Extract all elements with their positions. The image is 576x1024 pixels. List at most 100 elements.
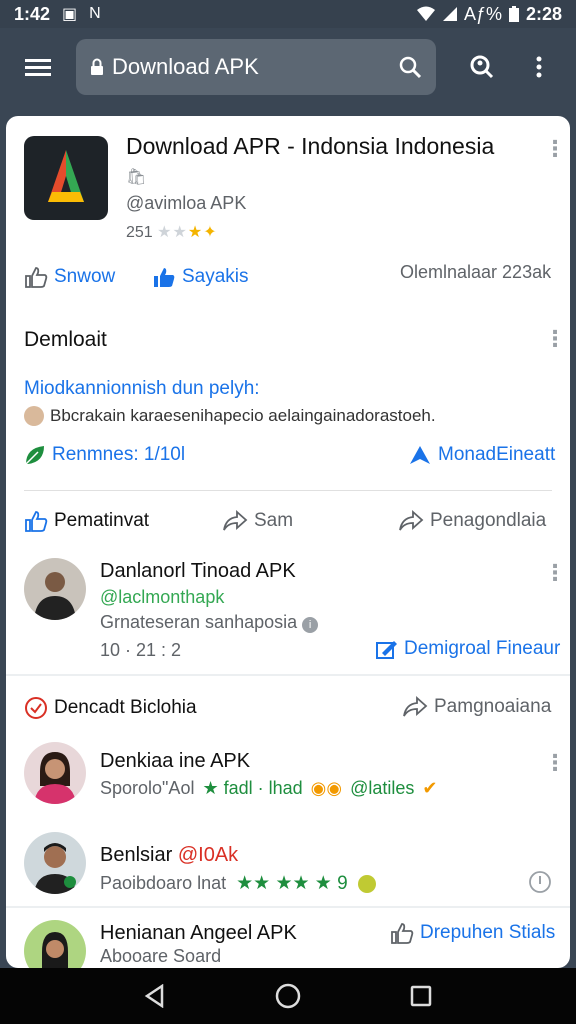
toolbar: Download APK <box>0 28 576 106</box>
person-avatar-icon <box>34 752 76 804</box>
search-bar[interactable]: Download APK <box>76 39 436 95</box>
description-more-icon[interactable]: ⋮ <box>544 328 566 350</box>
review4-action-link[interactable]: Drepuhen Stials <box>390 922 555 944</box>
notification-icon: ▣ <box>62 6 78 23</box>
share-icon <box>223 510 248 531</box>
reviews-count-label: Renmnes: 1/10l <box>52 444 186 465</box>
search-user-icon <box>470 55 494 79</box>
app-logo-icon <box>48 150 84 202</box>
rating-row: 251 ★★★✦ <box>126 222 217 242</box>
review4-sub: Abooare Soard <box>100 946 222 966</box>
share-button[interactable]: Sam <box>222 510 293 532</box>
review3-name: Benlsiar <box>100 844 173 866</box>
saya-button[interactable]: Sayakis <box>152 266 249 288</box>
search-icon[interactable] <box>398 55 422 79</box>
signal-icon <box>442 7 457 21</box>
rating-count: 251 <box>126 224 153 241</box>
saya-label: Sayakis <box>182 266 249 287</box>
tiny-avatar-icon <box>24 406 44 426</box>
review2-sub-suffix: @latiles <box>350 778 415 798</box>
app-developer: @avimloa APK <box>126 193 247 213</box>
more-vert-icon <box>536 56 542 78</box>
share-arrow-icon <box>403 696 428 717</box>
person-avatar-icon <box>42 932 68 968</box>
section2-title: Dencadt Biclohia <box>54 697 197 718</box>
meta-text: Olemlnalaar 223ak <box>400 262 552 282</box>
thumb-up-outline-icon <box>391 923 414 944</box>
section2-share-label: Pamgnoaiana <box>434 696 552 717</box>
emoji-icon: ◉◉ <box>310 778 343 798</box>
menu-button[interactable] <box>0 28 76 106</box>
description-line1: Miodkannionnish dun pelyh: <box>24 378 260 399</box>
search-user-button[interactable] <box>452 28 510 106</box>
reviews-count-link[interactable]: Renmnes: 1/10l <box>24 444 185 466</box>
location-pin-button[interactable] <box>528 870 552 899</box>
avatar[interactable] <box>24 920 86 968</box>
hamburger-icon <box>25 59 51 76</box>
app-title: Download APR - Indonsia Indonesia <box>126 133 495 159</box>
thumb-up-outline-icon <box>25 267 48 288</box>
avatar[interactable] <box>24 558 86 620</box>
status-bar: 1:42 ▣ N Aƒ% 2:28 <box>0 0 576 28</box>
forward-label: Penagondlaia <box>430 510 547 531</box>
divider <box>24 490 552 491</box>
review2-sub-prefix: Sporolo"Aol <box>100 778 195 798</box>
avatar[interactable] <box>24 742 86 804</box>
lock-icon <box>91 58 103 75</box>
review2-more-icon[interactable]: ⋮ <box>544 752 566 774</box>
review1-action-label: Demigroal Fineaur <box>404 638 561 659</box>
review3-stars: ★★ ★★ ★ 9 <box>236 873 348 894</box>
review1-name: Danlanorl Tinoad APK <box>100 560 296 582</box>
more-label: MonadEineatt <box>438 444 556 465</box>
leaf-icon <box>25 446 44 465</box>
avatar[interactable] <box>24 832 86 894</box>
review1-sub: Grnateseran sanhaposia <box>100 612 298 632</box>
like-button[interactable]: Snwow <box>24 266 115 288</box>
navigate-icon <box>410 446 430 464</box>
review4-action-label: Drepuhen Stials <box>420 922 556 943</box>
review1-more-icon[interactable]: ⋮ <box>544 562 566 584</box>
battery-text: Aƒ% <box>463 3 502 24</box>
bag-icon: 🛍 <box>126 169 147 186</box>
review2-sub-mid: ★ fadl · lhad <box>202 778 303 798</box>
sparkle-icon: ✦ <box>203 224 217 241</box>
description-line2-row: Bbcrakain karaesenihapecio aelaingainado… <box>24 406 436 426</box>
thumb-up-blue-outline-icon <box>25 511 48 532</box>
status-time: 1:42 <box>14 3 51 24</box>
section2-share-button[interactable]: Pamgnoaiana <box>402 696 551 718</box>
review3-name-row: Benlsiar @I0Ak <box>100 844 238 867</box>
home-icon[interactable] <box>275 983 301 1009</box>
rating-stars-icon: ★★★ <box>157 224 204 241</box>
content-card: Download APR - Indonsia Indonesia 🛍 ⋮ @a… <box>6 116 570 968</box>
pematinvat-label: Pematinvat <box>54 510 150 531</box>
wifi-icon <box>416 6 435 21</box>
description-title: Demloait <box>24 328 107 351</box>
overflow-menu-button[interactable] <box>510 28 568 106</box>
forward-icon <box>399 510 424 531</box>
status-time-right: 2:28 <box>525 3 562 24</box>
share-label: Sam <box>254 510 294 531</box>
app-icon[interactable] <box>24 136 108 220</box>
more-link[interactable]: MonadEineatt <box>408 444 555 466</box>
url-text: Download APK <box>112 54 259 79</box>
review2-sub-row: Sporolo"Aol ★ fadl · lhad ◉◉ @latiles ✔ <box>100 778 437 799</box>
chart-edit-icon <box>376 641 397 659</box>
review1-date: 10 · 21 : 2 <box>100 640 182 660</box>
back-icon[interactable] <box>144 984 166 1008</box>
review2-name: Denkiaa ine APK <box>100 750 251 772</box>
recents-icon[interactable] <box>410 985 432 1007</box>
review3-name-tail: @I0Ak <box>177 844 239 866</box>
review3-sub: Paoibdoaro lnat <box>100 873 227 893</box>
app-more-icon[interactable]: ⋮ <box>544 138 566 160</box>
forward-button[interactable]: Penagondlaia <box>398 510 546 532</box>
badge-check-icon: ✔ <box>422 778 438 798</box>
section-divider <box>6 674 570 676</box>
battery-icon <box>508 6 519 22</box>
review1-action-link[interactable]: Demigroal Fineaur <box>376 638 560 660</box>
review1-handle: @laclmonthapk <box>100 587 225 607</box>
n-notification-icon: N <box>89 5 101 22</box>
description-line2: Bbcrakain karaesenihapecio aelaingainado… <box>50 406 436 425</box>
pematinvat-button[interactable]: Pematinvat <box>24 510 149 532</box>
section2-title-row: Dencadt Biclohia <box>24 696 197 720</box>
thumb-up-icon <box>154 268 175 287</box>
